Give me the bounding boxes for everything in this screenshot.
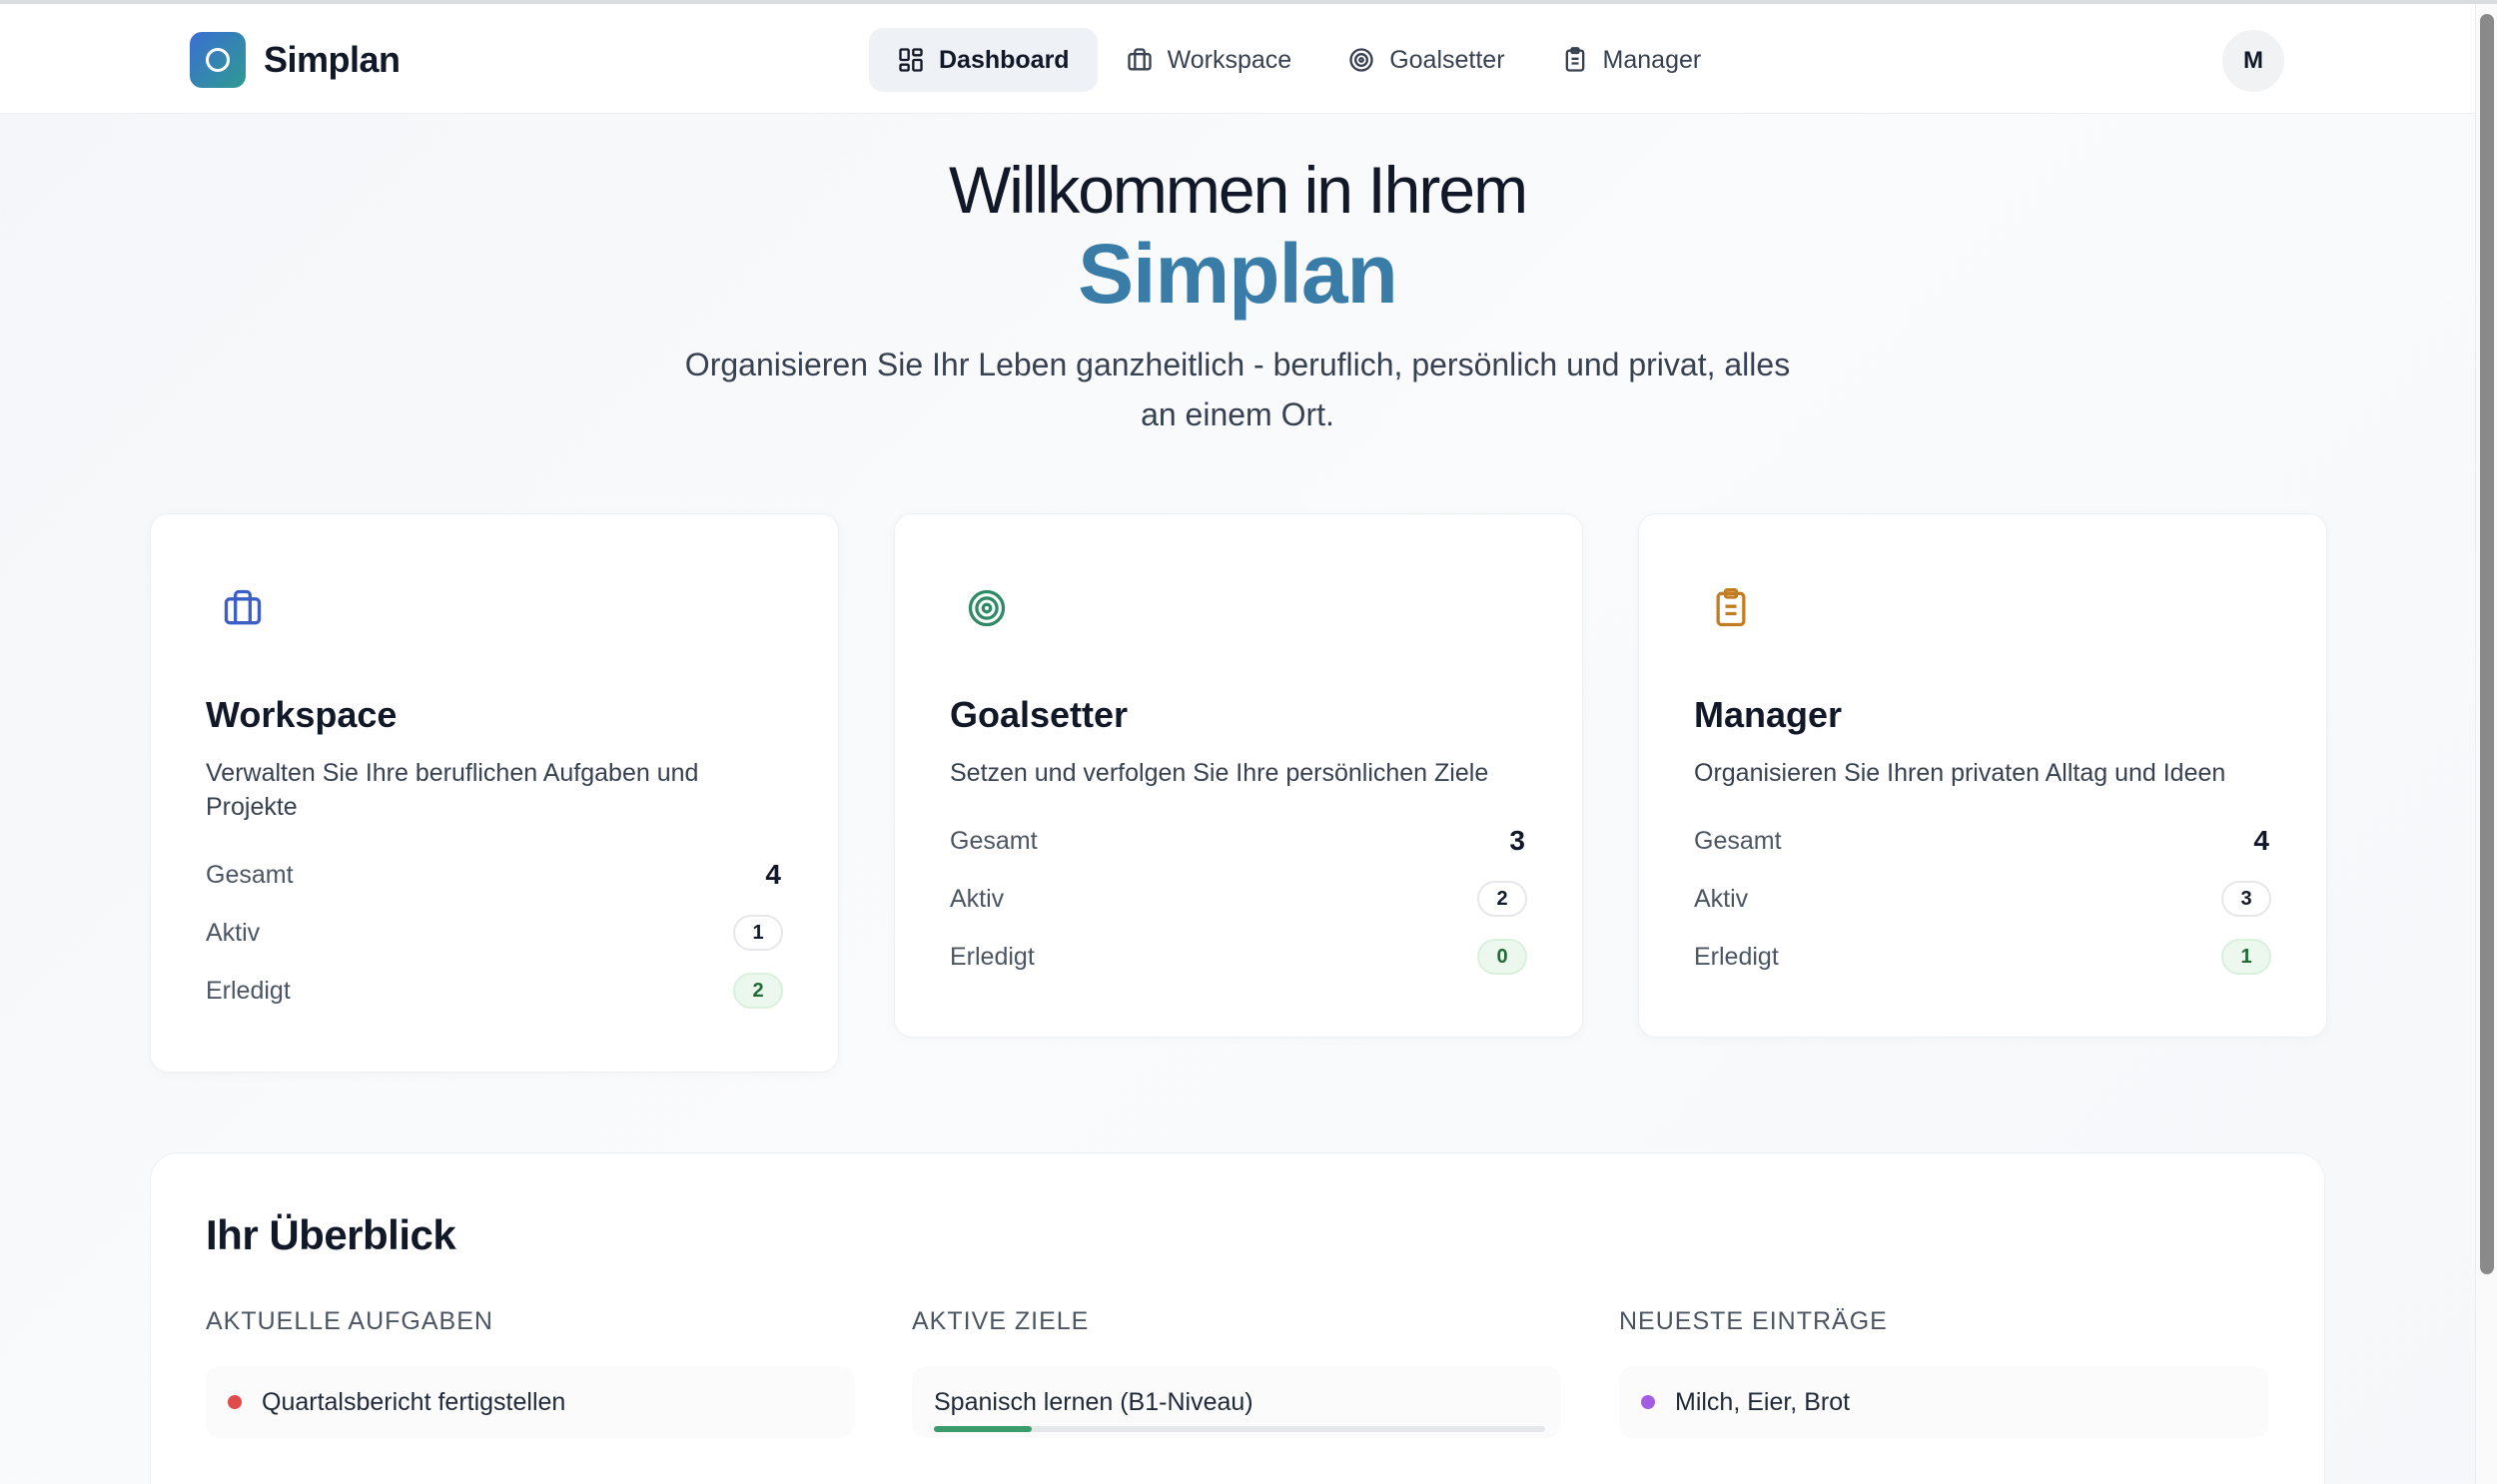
stat-active-row: Aktiv 3 — [1694, 870, 2271, 928]
stat-done-label: Erledigt — [206, 976, 291, 1005]
stat-total-value: 4 — [765, 859, 781, 890]
stat-active-label: Aktiv — [206, 918, 261, 947]
stat-total-label: Gesamt — [206, 860, 294, 889]
clipboard-icon — [1716, 588, 1746, 627]
scrollbar-thumb[interactable] — [2480, 14, 2494, 1274]
app-name: Simplan — [264, 39, 401, 80]
brand[interactable]: Simplan — [190, 32, 401, 88]
target-icon — [1349, 48, 1373, 72]
stat-total-value: 4 — [2253, 825, 2269, 856]
goal-progress-bar — [934, 1426, 1545, 1432]
stat-total-row: Gesamt 3 — [950, 812, 1527, 870]
card-stats: Gesamt 4 Aktiv 3 Erledigt 1 — [1694, 812, 2271, 986]
stat-done-row: Erledigt 1 — [1694, 928, 2271, 986]
briefcase-icon — [224, 589, 262, 625]
priority-dot-icon — [228, 1395, 242, 1409]
page-scrollbar[interactable] — [2475, 4, 2497, 1484]
target-icon — [968, 589, 1006, 627]
card-title: Goalsetter — [950, 694, 1129, 735]
stat-done-badge: 2 — [733, 973, 783, 1009]
stat-total-label: Gesamt — [1694, 826, 1782, 855]
card-stats: Gesamt 3 Aktiv 2 Erledigt 0 — [950, 812, 1527, 986]
nav-workspace[interactable]: Workspace — [1098, 28, 1320, 92]
card-description: Organisieren Sie Ihren privaten Alltag u… — [1694, 759, 2226, 787]
stat-active-label: Aktiv — [1694, 884, 1749, 913]
stat-done-row: Erledigt 2 — [206, 962, 783, 1020]
grid-icon — [899, 48, 923, 72]
user-avatar[interactable]: M — [2222, 30, 2284, 92]
main-nav: Dashboard Workspace Goalsetter Manager — [869, 28, 1729, 92]
overview-title: Ihr Überblick — [206, 1211, 456, 1258]
stat-done-badge: 1 — [2221, 939, 2271, 975]
current-tasks-heading: AKTUELLE AUFGABEN — [206, 1307, 493, 1335]
hero-brand: Simplan — [1078, 227, 1398, 321]
entry-item[interactable]: Milch, Eier, Brot — [1619, 1366, 2268, 1438]
goal-progress-fill — [934, 1426, 1032, 1432]
active-goals-heading: AKTIVE ZIELE — [912, 1307, 1090, 1335]
stat-active-badge: 3 — [2221, 881, 2271, 917]
goal-item[interactable]: Spanisch lernen (B1-Niveau) — [912, 1366, 1561, 1438]
stat-total-label: Gesamt — [950, 826, 1038, 855]
welcome-hero: Willkommen in Ihrem Simplan Organisieren… — [0, 150, 2475, 439]
current-tasks-column: AKTUELLE AUFGABEN Quartalsbericht fertig… — [206, 1307, 855, 1438]
hero-title: Willkommen in Ihrem — [948, 153, 1528, 227]
nav-workspace-label: Workspace — [1167, 45, 1292, 74]
nav-dashboard-label: Dashboard — [939, 45, 1070, 74]
stat-active-label: Aktiv — [950, 884, 1005, 913]
goalsetter-card[interactable]: Goalsetter Setzen und verfolgen Sie Ihre… — [894, 513, 1583, 1038]
card-description: Verwalten Sie Ihre beruflichen Aufgaben … — [206, 759, 699, 821]
card-title: Workspace — [206, 694, 398, 735]
stat-total-value: 3 — [1509, 825, 1525, 856]
clipboard-icon — [1565, 47, 1584, 72]
overview-panel: Ihr Überblick AKTUELLE AUFGABEN Quartals… — [150, 1152, 2325, 1484]
stat-active-row: Aktiv 2 — [950, 870, 1527, 928]
stat-total-row: Gesamt 4 — [1694, 812, 2271, 870]
entry-label: Milch, Eier, Brot — [1675, 1387, 1851, 1416]
latest-entries-column: NEUESTE EINTRÄGE Milch, Eier, Brot — [1619, 1307, 2268, 1438]
stat-done-label: Erledigt — [950, 942, 1035, 971]
stat-active-badge: 2 — [1477, 881, 1527, 917]
nav-goalsetter-label: Goalsetter — [1389, 45, 1505, 74]
task-label: Quartalsbericht fertigstellen — [262, 1387, 566, 1416]
stat-done-label: Erledigt — [1694, 942, 1779, 971]
stat-active-badge: 1 — [733, 915, 783, 951]
nav-goalsetter[interactable]: Goalsetter — [1319, 28, 1532, 92]
stat-total-row: Gesamt 4 — [206, 846, 783, 904]
task-item[interactable]: Quartalsbericht fertigstellen — [206, 1366, 855, 1438]
workspace-card[interactable]: Workspace Verwalten Sie Ihre beruflichen… — [150, 513, 839, 1073]
stat-done-row: Erledigt 0 — [950, 928, 1527, 986]
latest-entries-heading: NEUESTE EINTRÄGE — [1619, 1307, 1888, 1335]
active-goals-column: AKTIVE ZIELE Spanisch lernen (B1-Niveau) — [912, 1307, 1561, 1438]
top-navigation-bar: Simplan Dashboard Workspace Goalsetter M… — [0, 4, 2475, 114]
goal-label: Spanisch lernen (B1-Niveau) — [934, 1387, 1253, 1416]
card-stats: Gesamt 4 Aktiv 1 Erledigt 2 — [206, 846, 783, 1020]
nav-manager-label: Manager — [1602, 45, 1702, 74]
briefcase-icon — [1127, 48, 1152, 71]
stat-active-row: Aktiv 1 — [206, 904, 783, 962]
hero-subtitle: Organisieren Sie Ihr Leben ganzheitlich … — [684, 347, 1791, 432]
entry-dot-icon — [1641, 1395, 1655, 1409]
stat-done-badge: 0 — [1477, 939, 1527, 975]
nav-dashboard[interactable]: Dashboard — [869, 28, 1098, 92]
card-title: Manager — [1694, 694, 1843, 735]
card-description: Setzen und verfolgen Sie Ihre persönlich… — [950, 759, 1489, 787]
manager-card[interactable]: Manager Organisieren Sie Ihren privaten … — [1638, 513, 2327, 1038]
app-logo-icon — [190, 32, 246, 88]
nav-manager[interactable]: Manager — [1533, 28, 1730, 92]
